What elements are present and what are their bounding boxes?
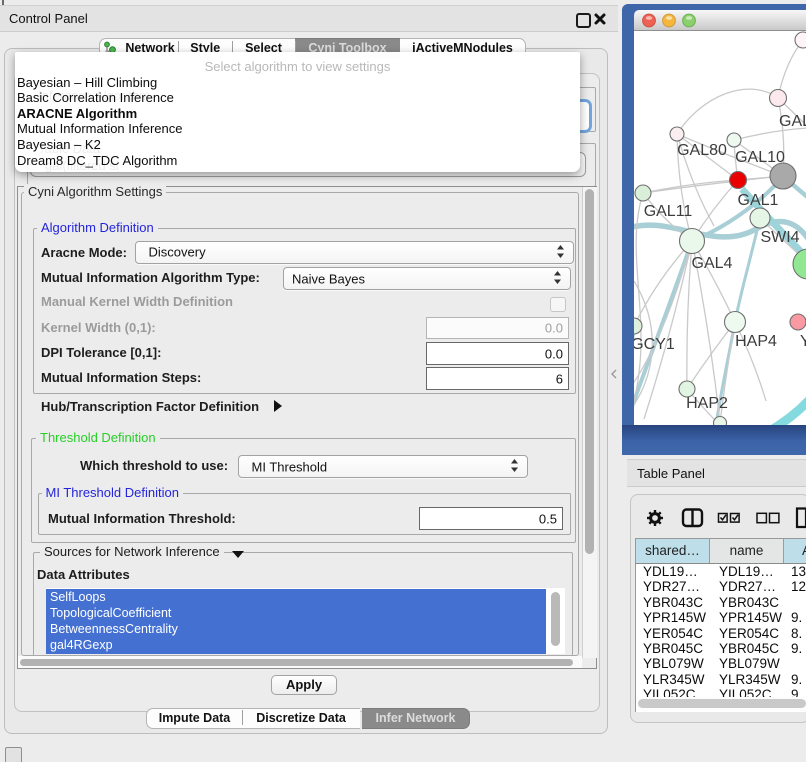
svg-text:SWI4: SWI4 — [760, 229, 799, 246]
svg-text:GAL2: GAL2 — [779, 113, 806, 130]
svg-text:GAL1: GAL1 — [738, 192, 779, 209]
svg-text:GAL80: GAL80 — [677, 142, 727, 159]
svg-text:Y: Y — [800, 333, 806, 350]
svg-text:GAL10: GAL10 — [735, 149, 785, 166]
svg-text:GCY1: GCY1 — [634, 336, 675, 353]
svg-text:GAL4: GAL4 — [692, 255, 733, 272]
svg-text:GAL11: GAL11 — [644, 203, 693, 220]
svg-text:HAP4: HAP4 — [735, 333, 777, 350]
svg-text:HAP2: HAP2 — [686, 395, 728, 412]
